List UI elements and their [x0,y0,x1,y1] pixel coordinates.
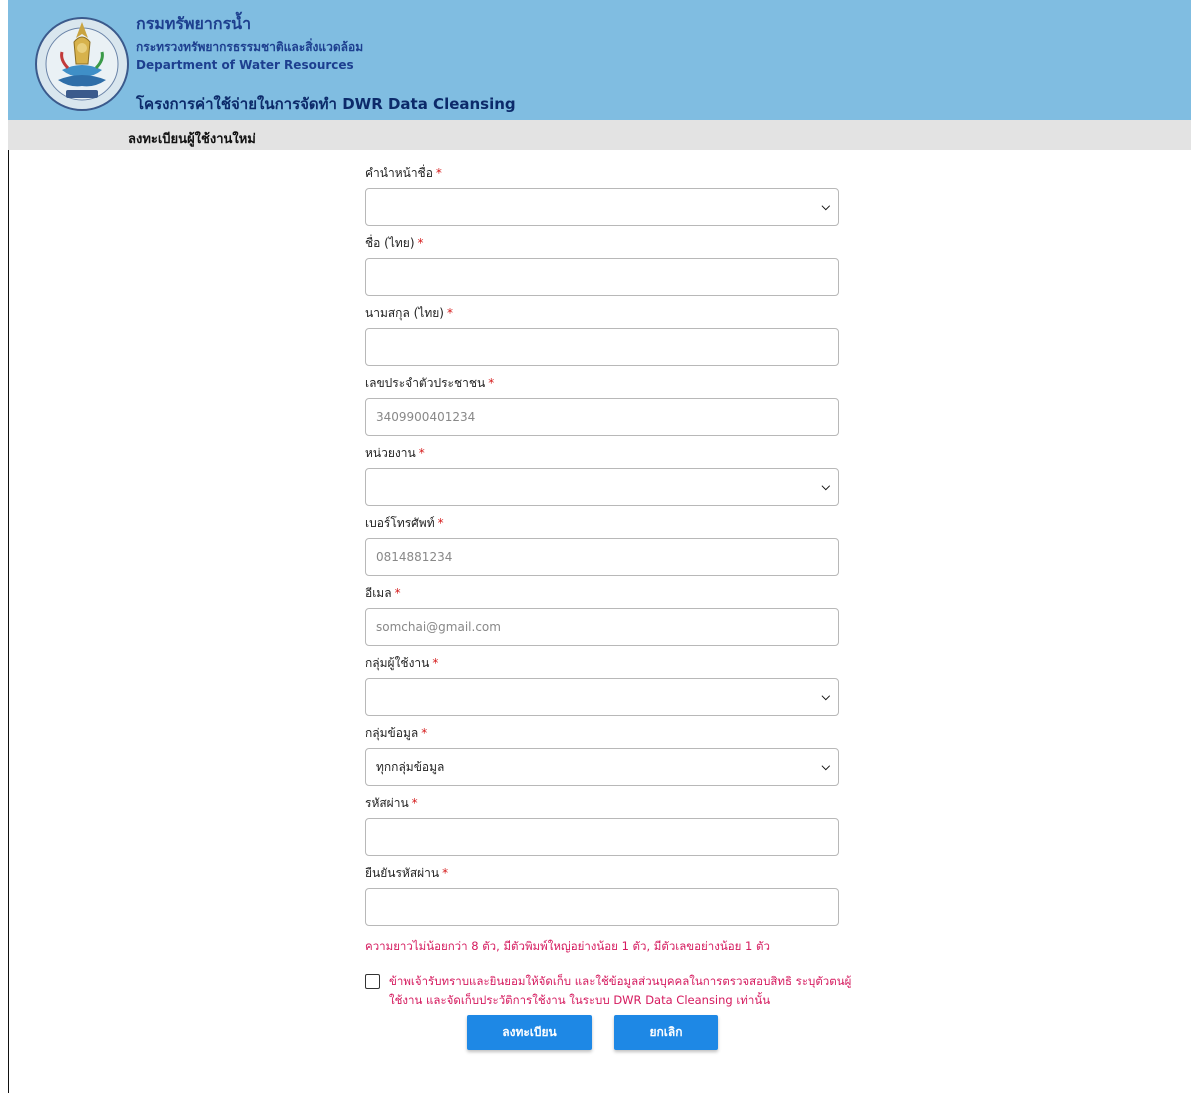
chevron-down-icon: ⌵ [821,760,830,773]
data-group-value: ทุกกลุ่มข้อมูล [376,759,445,774]
field-data-group: กลุ่มข้อมูล * ทุกกลุ่มข้อมูล ⌵ [365,710,839,786]
org-name-th: กรมทรัพยากรน้ำ [136,14,252,33]
first-name-label: ชื่อ (ไทย) * [365,236,424,250]
chevron-down-icon: ⌵ [821,200,830,213]
field-citizen-id: เลขประจำตัวประชาชน * [365,360,839,436]
consent-text: ข้าพเจ้ารับทราบและยินยอมให้จัดเก็บ และใช… [389,974,852,1007]
title-prefix-label: คำนำหน้าชื่อ * [365,166,442,180]
dwr-emblem-icon [35,17,129,111]
ministry-name-th: กระทรวงทรัพยากรธรรมชาติและสิ่งแวดล้อม [136,40,364,54]
confirm-password-label: ยืนยันรหัสผ่าน * [365,866,449,880]
field-title-prefix: คำนำหน้าชื่อ * ⌵ [365,150,839,226]
page-title: ลงทะเบียนผู้ใช้งานใหม่ [128,132,256,147]
chevron-down-icon: ⌵ [821,690,830,703]
org-name-en: Department of Water Resources [136,58,354,72]
consent-checkbox[interactable] [365,974,380,989]
field-phone: เบอร์โทรศัพท์ * [365,500,839,576]
department-label: หน่วยงาน * [365,446,425,460]
chevron-down-icon: ⌵ [821,480,830,493]
confirm-password-input[interactable] [365,888,839,926]
register-button[interactable]: ลงทะเบียน [467,1015,592,1050]
email-label: อีเมล * [365,586,401,600]
field-confirm-password: ยืนยันรหัสผ่าน * [365,850,839,926]
field-user-group: กลุ่มผู้ใช้งาน * ⌵ [365,640,839,716]
cancel-button[interactable]: ยกเลิก [614,1015,718,1050]
password-hint: ความยาวไม่น้อยกว่า 8 ตัว, มีตัวพิมพ์ใหญ่… [365,939,770,953]
field-last-name: นามสกุล (ไทย) * [365,290,839,366]
field-email: อีเมล * [365,570,839,646]
project-title: โครงการค่าใช้จ่ายในการจัดทำ DWR Data Cle… [136,95,516,113]
citizen-id-label: เลขประจำตัวประชาชน * [365,376,495,390]
page-subtitle-bar: ลงทะเบียนผู้ใช้งานใหม่ [8,120,1191,150]
field-first-name: ชื่อ (ไทย) * [365,220,839,296]
field-password: รหัสผ่าน * [365,780,839,856]
data-group-label: กลุ่มข้อมูล * [365,726,428,740]
last-name-label: นามสกุล (ไทย) * [365,306,453,320]
field-department: หน่วยงาน * ⌵ [365,430,839,506]
header-banner: กรมทรัพยากรน้ำ กระทรวงทรัพยากรธรรมชาติแล… [8,0,1191,120]
phone-label: เบอร์โทรศัพท์ * [365,516,444,530]
user-group-label: กลุ่มผู้ใช้งาน * [365,656,439,670]
registration-form: คำนำหน้าชื่อ * ⌵ ชื่อ (ไทย) * นามสกุล (ไทย… [365,150,839,926]
password-label: รหัสผ่าน * [365,796,418,810]
